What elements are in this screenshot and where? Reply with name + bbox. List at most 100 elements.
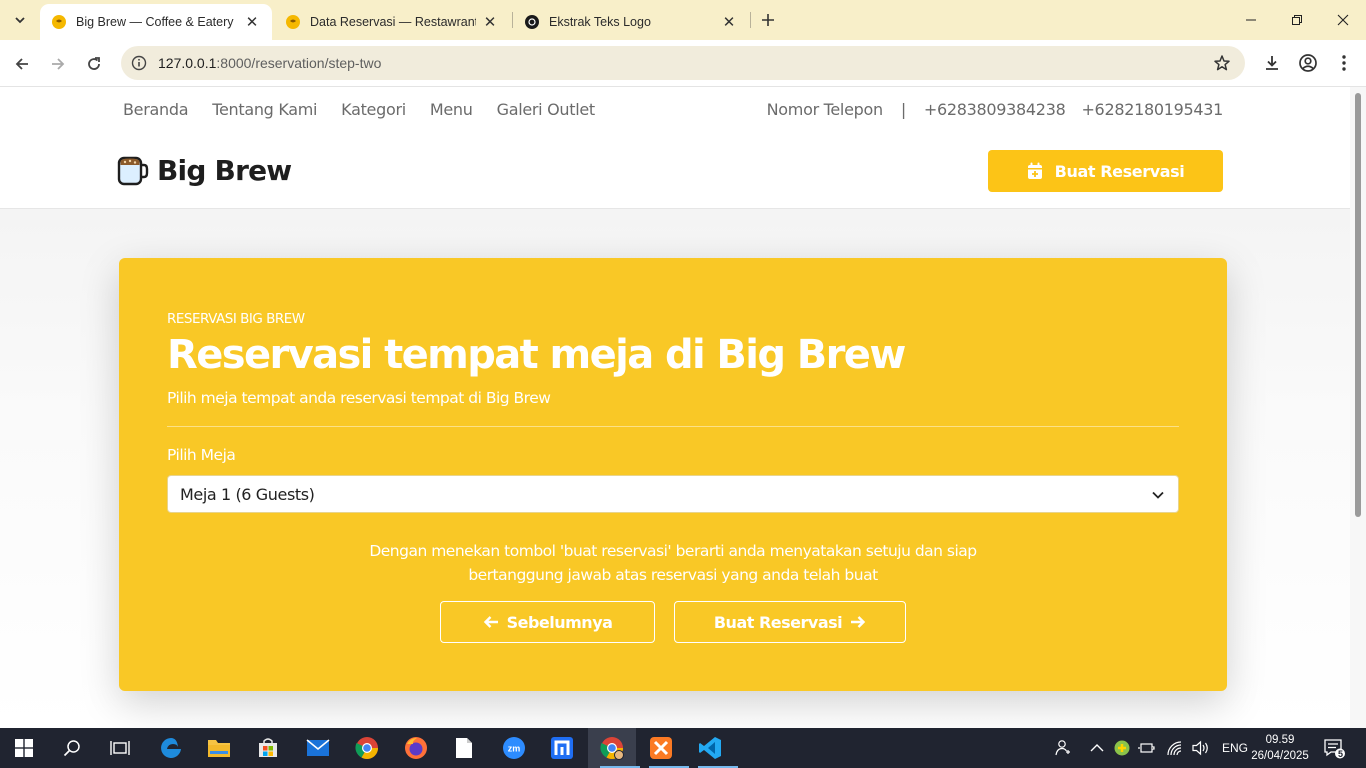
close-icon bbox=[1337, 14, 1349, 26]
coffee-mug-icon bbox=[117, 156, 149, 185]
search-icon bbox=[63, 740, 80, 757]
phone-separator: | bbox=[900, 100, 906, 119]
page-scrollbar[interactable] bbox=[1350, 87, 1366, 728]
windows-logo-icon bbox=[15, 739, 33, 757]
reload-button[interactable] bbox=[80, 50, 108, 78]
close-window-button[interactable] bbox=[1320, 0, 1366, 40]
profile-button[interactable] bbox=[1296, 51, 1320, 75]
tab-ekstrak-teks[interactable]: Ekstrak Teks Logo ✕ bbox=[513, 4, 749, 40]
browser-toolbar: 127.0.0.1:8000/reservation/step-two bbox=[0, 40, 1366, 87]
more-vertical-icon bbox=[1342, 55, 1346, 71]
new-tab-button[interactable] bbox=[757, 9, 779, 31]
web-page: Beranda Tentang Kami Kategori Menu Galer… bbox=[0, 87, 1350, 728]
taskbar-file-explorer[interactable] bbox=[203, 732, 235, 764]
firefox-icon bbox=[405, 737, 427, 759]
arrow-right-icon bbox=[851, 616, 866, 628]
card-subtitle: Pilih meja tempat anda reservasi tempat … bbox=[167, 389, 551, 407]
nav-tentang-kami[interactable]: Tentang Kami bbox=[212, 100, 317, 119]
start-button[interactable] bbox=[8, 732, 40, 764]
speaker-icon[interactable] bbox=[1192, 740, 1210, 756]
clock-time: 09.59 bbox=[1265, 734, 1295, 746]
taskbar-vscode[interactable] bbox=[694, 732, 738, 768]
taskbar-firefox[interactable] bbox=[400, 732, 432, 764]
browser-menu-button[interactable] bbox=[1332, 51, 1356, 75]
logo-text: Big Brew bbox=[157, 154, 292, 187]
previous-button[interactable]: Sebelumnya bbox=[440, 601, 655, 643]
taskbar-zoom[interactable]: zm bbox=[498, 732, 530, 764]
taskbar-notepad[interactable] bbox=[448, 732, 480, 764]
url-host: 127.0.0.1 bbox=[158, 55, 217, 71]
tab-title: Big Brew — Coffee & Eatery | R bbox=[76, 15, 238, 29]
reload-icon bbox=[88, 57, 100, 70]
terms-line-2: bertanggung jawab atas reservasi yang an… bbox=[468, 566, 878, 584]
phone-number-2[interactable]: +6282180195431 bbox=[1081, 100, 1223, 119]
wifi-icon[interactable] bbox=[1166, 740, 1184, 756]
forward-button[interactable] bbox=[44, 50, 72, 78]
header-cta-label: Buat Reservasi bbox=[1054, 161, 1185, 181]
close-tab-icon[interactable]: ✕ bbox=[244, 14, 260, 31]
system-clock[interactable]: 09.59 26/04/2025 bbox=[1248, 732, 1312, 764]
tab-title: Data Reservasi — Restawrant bbox=[310, 15, 476, 29]
scrollbar-thumb[interactable] bbox=[1355, 93, 1361, 517]
close-tab-icon[interactable]: ✕ bbox=[721, 14, 737, 31]
phone-contacts: Nomor Telepon | +6283809384238 +62821801… bbox=[767, 100, 1224, 119]
close-tab-icon[interactable]: ✕ bbox=[482, 14, 498, 31]
url-path: :8000/reservation/step-two bbox=[216, 55, 382, 71]
terms-notice: Dengan menekan tombol 'buat reservasi' b… bbox=[119, 539, 1227, 587]
bookmark-star-icon[interactable] bbox=[1213, 54, 1231, 72]
chevron-up-icon[interactable] bbox=[1090, 743, 1104, 753]
site-logo[interactable]: Big Brew bbox=[117, 154, 292, 187]
phone-number-1[interactable]: +6283809384238 bbox=[924, 100, 1066, 119]
tab-separator bbox=[750, 12, 751, 28]
header-reservation-button[interactable]: Buat Reservasi bbox=[988, 150, 1223, 192]
action-center-button[interactable]: 5 bbox=[1318, 732, 1350, 764]
taskbar-chrome-active[interactable] bbox=[596, 732, 640, 768]
restore-button[interactable] bbox=[1274, 0, 1320, 40]
document-icon bbox=[456, 738, 472, 758]
submit-reservation-button[interactable]: Buat Reservasi bbox=[674, 601, 906, 643]
url-text[interactable]: 127.0.0.1:8000/reservation/step-two bbox=[158, 55, 381, 71]
table-select[interactable]: Meja 1 (6 Guests) bbox=[167, 475, 1179, 513]
terms-line-1: Dengan menekan tombol 'buat reservasi' b… bbox=[369, 542, 977, 560]
table-select-label: Pilih Meja bbox=[167, 446, 236, 464]
minimize-icon bbox=[1246, 19, 1256, 21]
nav-galeri-outlet[interactable]: Galeri Outlet bbox=[497, 100, 596, 119]
taskbar-xampp[interactable] bbox=[645, 732, 689, 768]
search-button[interactable] bbox=[56, 732, 88, 764]
browser-tab-bar: Big Brew — Coffee & Eatery | R ✕ Data Re… bbox=[0, 0, 1366, 40]
profile-icon bbox=[1299, 54, 1317, 72]
address-bar[interactable]: 127.0.0.1:8000/reservation/step-two bbox=[121, 46, 1245, 80]
vscode-icon bbox=[699, 737, 721, 759]
task-view-button[interactable] bbox=[104, 732, 136, 764]
folder-icon bbox=[208, 740, 230, 757]
tab-big-brew[interactable]: Big Brew — Coffee & Eatery | R ✕ bbox=[40, 4, 272, 40]
taskbar-store[interactable] bbox=[252, 732, 284, 764]
downloads-button[interactable] bbox=[1260, 51, 1284, 75]
xampp-icon bbox=[650, 737, 672, 759]
minimize-button[interactable] bbox=[1228, 0, 1274, 40]
download-icon bbox=[1266, 56, 1278, 70]
people-icon[interactable] bbox=[1054, 739, 1072, 757]
back-button[interactable] bbox=[8, 50, 36, 78]
arrow-left-icon bbox=[483, 616, 498, 628]
nav-menu[interactable]: Menu bbox=[430, 100, 473, 119]
language-indicator[interactable]: ENG bbox=[1222, 741, 1248, 755]
nav-kategori[interactable]: Kategori bbox=[341, 100, 406, 119]
taskbar-mail[interactable] bbox=[302, 732, 334, 764]
taskbar-chrome[interactable] bbox=[351, 732, 383, 764]
battery-charging-icon[interactable] bbox=[1138, 741, 1156, 755]
arrow-left-icon bbox=[15, 58, 28, 70]
taskbar-app-n[interactable] bbox=[546, 732, 578, 764]
tab-title: Ekstrak Teks Logo bbox=[549, 15, 651, 29]
site-info-icon[interactable] bbox=[131, 55, 147, 71]
calendar-plus-icon bbox=[1027, 162, 1042, 179]
top-navigation: Beranda Tentang Kami Kategori Menu Galer… bbox=[123, 100, 595, 119]
tab-search-button[interactable] bbox=[7, 7, 33, 33]
status-plus-icon[interactable] bbox=[1114, 740, 1130, 756]
plus-icon bbox=[762, 14, 774, 26]
reservation-card: RESERVASI BIG BREW Reservasi tempat meja… bbox=[119, 258, 1227, 691]
nav-beranda[interactable]: Beranda bbox=[123, 100, 189, 119]
mail-icon bbox=[306, 739, 330, 756]
tab-data-reservasi[interactable]: Data Reservasi — Restawrant ✕ bbox=[274, 4, 510, 40]
taskbar-edge[interactable] bbox=[155, 732, 187, 764]
